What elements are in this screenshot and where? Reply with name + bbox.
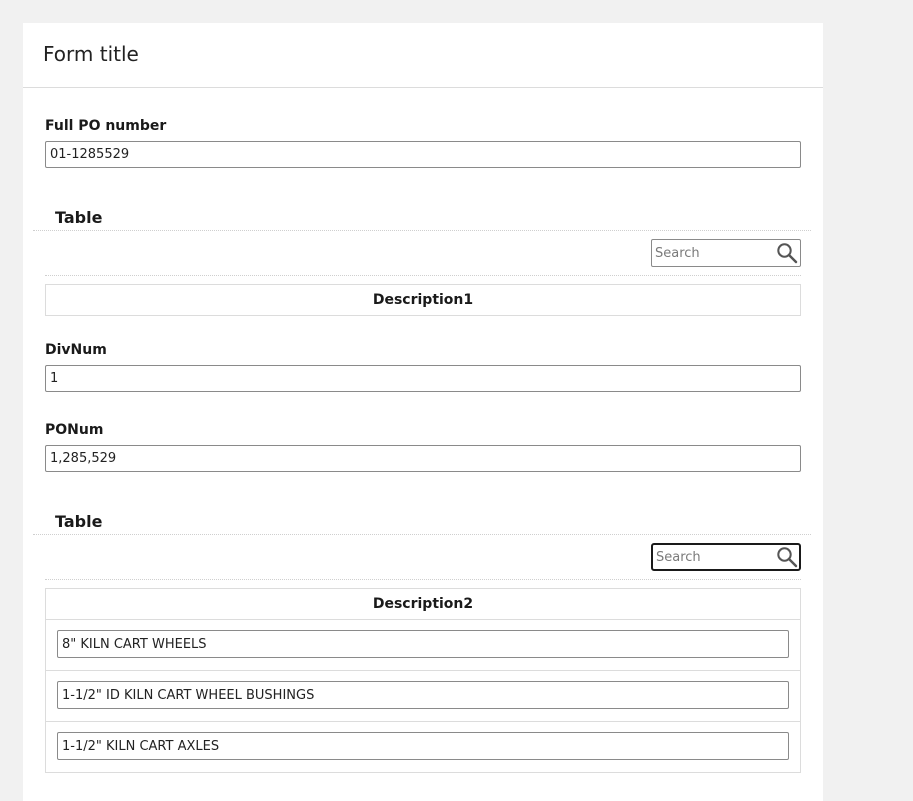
description2-cell-input[interactable] [57, 681, 789, 709]
po-num-label: PONum [45, 422, 104, 438]
form-card: Form title Full PO number Table Descript… [23, 23, 823, 801]
table-row [46, 721, 800, 772]
table1-toolbar-divider [45, 275, 801, 276]
table1: Description1 [45, 284, 801, 316]
table2-title-divider [33, 534, 811, 535]
table2-toolbar-divider [45, 579, 801, 580]
table1-column-header[interactable]: Description1 [46, 285, 800, 315]
form-header [23, 23, 823, 88]
table1-search-input[interactable] [655, 240, 773, 266]
search-icon[interactable] [776, 242, 798, 264]
table1-title: Table [55, 208, 103, 227]
po-num-field[interactable] [45, 445, 801, 472]
form-title: Form title [43, 42, 139, 66]
table2-search-input[interactable] [656, 545, 774, 569]
table2-title: Table [55, 512, 103, 531]
search-icon[interactable] [776, 546, 798, 568]
div-num-field[interactable] [45, 365, 801, 392]
table1-title-divider [33, 230, 811, 231]
table1-search-box[interactable] [651, 239, 801, 267]
table2-search-box[interactable] [651, 543, 801, 571]
description2-cell-input[interactable] [57, 732, 789, 760]
full-po-number-field[interactable] [45, 141, 801, 168]
div-num-label: DivNum [45, 342, 107, 358]
full-po-number-label: Full PO number [45, 118, 167, 134]
description2-cell-input[interactable] [57, 630, 789, 658]
table-row [46, 619, 800, 670]
table2: Description2 [45, 588, 801, 773]
table2-column-header[interactable]: Description2 [46, 589, 800, 619]
table-row [46, 670, 800, 721]
